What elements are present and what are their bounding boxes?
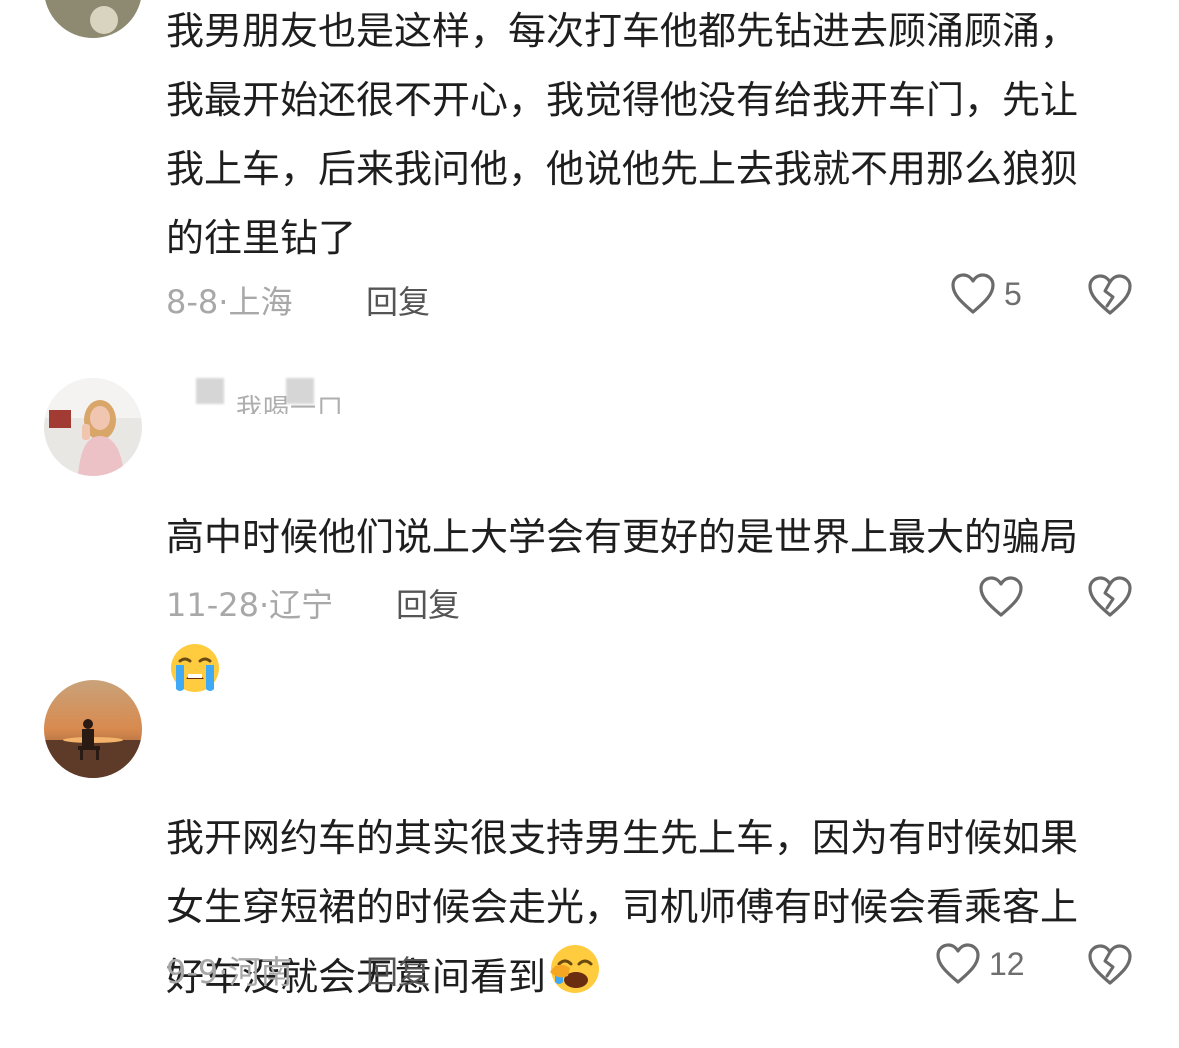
comment-text-content: 高中时候他们说上大学会有更好的是世界上最大的骗局 xyxy=(166,515,1079,559)
comment-region: 辽宁 xyxy=(269,586,334,624)
broken-heart-icon[interactable] xyxy=(1087,943,1133,987)
heart-outline-icon xyxy=(951,273,995,314)
like-button[interactable]: 5 xyxy=(950,272,1022,316)
username-redaction xyxy=(196,378,224,404)
comment-username[interactable]: 我喝一口 xyxy=(236,392,344,414)
comment-date-region: 11-28·辽宁 xyxy=(166,586,334,624)
avatar[interactable] xyxy=(44,680,142,778)
comment-text: 我男朋友也是这样，每次打车他都先钻进去顾涌顾涌， 我最开始还很不开心，我觉得他没… xyxy=(166,9,1079,260)
like-count: 12 xyxy=(989,945,1025,982)
comment-date: 9-9 xyxy=(166,953,219,991)
reply-button[interactable]: 回复 xyxy=(366,277,430,323)
comment-date: 8-8 xyxy=(166,283,219,321)
comment-region: 河南 xyxy=(228,953,293,991)
broken-heart-icon[interactable] xyxy=(1087,575,1133,619)
comment-text: 高中时候他们说上大学会有更好的是世界上最大的骗局 xyxy=(166,434,1141,711)
like-count: 5 xyxy=(1004,275,1022,312)
heart-outline-icon xyxy=(936,943,980,984)
reply-button[interactable]: 回复 xyxy=(396,580,460,626)
avatar[interactable] xyxy=(44,0,142,38)
broken-heart-icon[interactable] xyxy=(1087,273,1133,317)
comment-date: 11-28 xyxy=(166,586,259,624)
heart-outline-icon xyxy=(979,576,1023,617)
comment-region: 上海 xyxy=(228,283,293,321)
comment-date-region: 9-9·河南 xyxy=(166,953,293,991)
face-with-hand-over-mouth-icon xyxy=(550,945,600,993)
comment-date-region: 8-8·上海 xyxy=(166,283,293,321)
reply-button[interactable]: 回复 xyxy=(366,947,430,993)
avatar[interactable] xyxy=(44,378,142,476)
loudly-crying-face-icon xyxy=(171,644,219,692)
like-button[interactable] xyxy=(978,575,1032,619)
like-button[interactable]: 12 xyxy=(935,942,1025,986)
